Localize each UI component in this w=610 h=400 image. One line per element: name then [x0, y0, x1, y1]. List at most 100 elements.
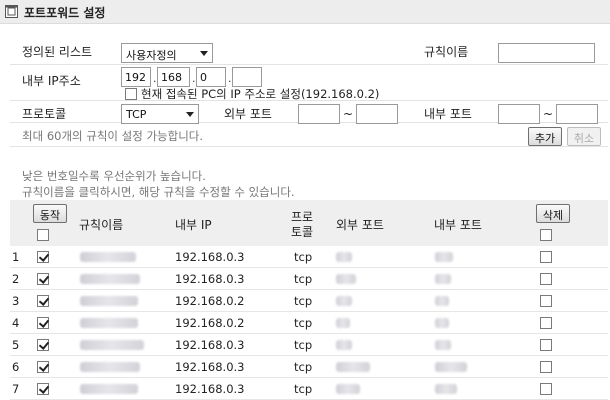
delete-checkbox[interactable]	[540, 273, 552, 285]
row-number: 7	[12, 382, 20, 396]
row-protocol: tcp	[294, 360, 313, 374]
defined-list-select[interactable]: 사용자정의	[121, 43, 213, 63]
ip-dot: .	[228, 72, 232, 85]
divider	[10, 146, 608, 147]
delete-checkbox[interactable]	[540, 383, 552, 395]
add-button[interactable]: 추가	[528, 127, 562, 146]
col-internal-port: 내부 포트	[434, 218, 482, 232]
title-bar: 포트포워드 설정	[0, 0, 610, 24]
row-internal-port	[435, 252, 453, 262]
row-internal-ip: 192.168.0.3	[175, 250, 245, 264]
col-external-port: 외부 포트	[336, 218, 384, 232]
row-protocol: tcp	[294, 250, 313, 264]
table-row: 5 192.168.0.3 tcp	[10, 334, 608, 356]
rule-name-label: 규칙이름	[424, 45, 469, 59]
row-number: 5	[12, 338, 20, 352]
table-row: 7 192.168.0.3 tcp	[10, 378, 608, 400]
row-number: 3	[12, 294, 20, 308]
select-all-active-checkbox[interactable]	[37, 229, 49, 241]
delete-checkbox[interactable]	[540, 339, 552, 351]
page-title: 포트포워드 설정	[24, 6, 106, 20]
action-button[interactable]: 동작	[33, 204, 67, 223]
row-internal-ip: 192.168.0.2	[175, 294, 245, 308]
active-checkbox[interactable]	[37, 339, 49, 351]
active-checkbox[interactable]	[37, 273, 49, 285]
external-port-label: 외부 포트	[224, 107, 272, 121]
row-number: 4	[12, 316, 20, 330]
row-number: 1	[12, 250, 20, 264]
window-icon	[5, 5, 18, 18]
row-protocol: tcp	[294, 294, 313, 308]
range-separator: ~	[543, 107, 554, 121]
rule-name-input[interactable]	[498, 43, 595, 63]
row-external-port	[336, 340, 352, 350]
defined-list-label: 정의된 리스트	[22, 45, 93, 59]
max-rules-note: 최대 60개의 규칙이 설정 가능합니다.	[22, 129, 204, 143]
row-number: 2	[12, 272, 20, 286]
protocol-label: 프로토콜	[22, 107, 67, 121]
delete-checkbox[interactable]	[540, 361, 552, 373]
rule-name-link[interactable]	[80, 318, 138, 328]
ip-octet-4[interactable]	[232, 67, 262, 87]
defined-list-value: 사용자정의	[126, 49, 177, 62]
select-all-delete-checkbox[interactable]	[540, 229, 552, 241]
row-external-port	[336, 252, 352, 262]
rule-name-link[interactable]	[80, 362, 140, 372]
table-row: 3 192.168.0.2 tcp	[10, 290, 608, 312]
col-internal-ip: 내부 IP	[175, 218, 212, 232]
row-external-port	[336, 274, 356, 284]
delete-checkbox[interactable]	[540, 295, 552, 307]
ip-dot: .	[153, 72, 157, 85]
priority-note: 낮은 번호일수록 우선순위가 높습니다.	[22, 169, 206, 183]
active-checkbox[interactable]	[37, 251, 49, 263]
row-internal-port	[435, 362, 467, 372]
row-internal-ip: 192.168.0.2	[175, 316, 245, 330]
table-row: 2 192.168.0.3 tcp	[10, 268, 608, 290]
active-checkbox[interactable]	[37, 383, 49, 395]
rule-name-link[interactable]	[80, 252, 136, 262]
rule-name-link[interactable]	[80, 274, 140, 284]
delete-checkbox[interactable]	[540, 251, 552, 263]
chevron-down-icon	[200, 51, 208, 56]
external-port-to-input[interactable]	[356, 104, 398, 124]
protocol-select[interactable]: TCP	[121, 104, 199, 124]
active-checkbox[interactable]	[37, 295, 49, 307]
internal-ip-label: 내부 IP주소	[22, 74, 81, 88]
col-protocol-line2: 토콜	[291, 225, 314, 239]
delete-checkbox[interactable]	[540, 317, 552, 329]
row-internal-ip: 192.168.0.3	[175, 272, 245, 286]
cancel-button[interactable]: 취소	[567, 127, 601, 146]
external-port-from-input[interactable]	[298, 104, 340, 124]
internal-port-to-input[interactable]	[556, 104, 598, 124]
rule-name-link[interactable]	[80, 296, 138, 306]
row-internal-ip: 192.168.0.3	[175, 360, 245, 374]
row-protocol: tcp	[294, 338, 313, 352]
row-external-port	[336, 362, 370, 372]
divider	[10, 64, 608, 65]
table-row: 6 192.168.0.3 tcp	[10, 356, 608, 378]
row-internal-port	[435, 318, 449, 328]
row-internal-port	[435, 296, 449, 306]
ip-octet-3[interactable]: 0	[196, 67, 226, 87]
ip-dot: .	[192, 72, 196, 85]
row-internal-ip: 192.168.0.3	[175, 338, 245, 352]
active-checkbox[interactable]	[37, 317, 49, 329]
use-current-pc-label: 현재 접속된 PC의 IP 주소로 설정(192.168.0.2)	[141, 87, 380, 101]
protocol-value: TCP	[126, 108, 147, 121]
row-number: 6	[12, 360, 20, 374]
row-internal-port	[435, 340, 451, 350]
row-internal-ip: 192.168.0.3	[175, 382, 245, 396]
range-separator: ~	[343, 107, 354, 121]
ip-octet-1[interactable]: 192	[121, 67, 151, 87]
row-protocol: tcp	[294, 272, 313, 286]
row-internal-port	[435, 274, 451, 284]
row-protocol: tcp	[294, 382, 313, 396]
chevron-down-icon	[186, 112, 194, 117]
delete-button[interactable]: 삭제	[536, 204, 570, 223]
ip-octet-2[interactable]: 168	[157, 67, 190, 87]
active-checkbox[interactable]	[37, 361, 49, 373]
rule-name-link[interactable]	[80, 340, 144, 350]
use-current-pc-checkbox[interactable]	[125, 88, 137, 100]
internal-port-label: 내부 포트	[424, 107, 472, 121]
internal-port-from-input[interactable]	[498, 104, 540, 124]
